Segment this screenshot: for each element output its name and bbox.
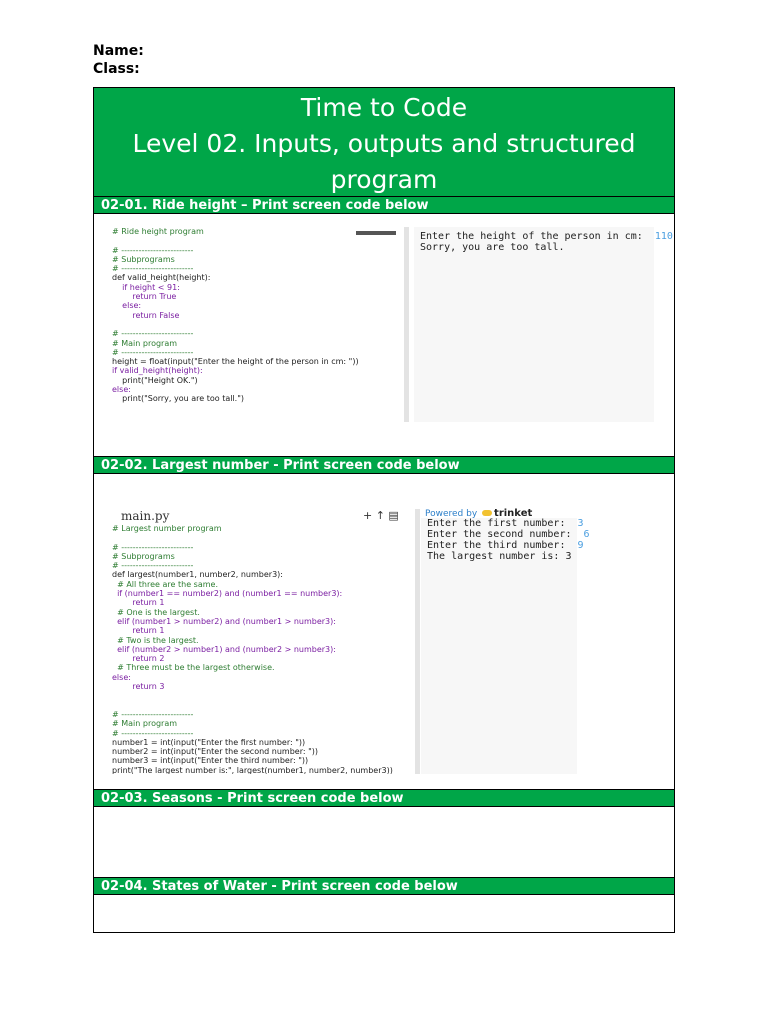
file-tab[interactable]: main.py (121, 509, 169, 523)
code-line: # ------------------------- (112, 561, 194, 571)
editor-scrollbar[interactable] (404, 227, 409, 422)
title-line-1: Time to Code (300, 93, 468, 122)
code-line: def valid_height(height): (112, 273, 211, 283)
code-line: # Main program (112, 338, 178, 348)
output-input-value: 110 (654, 231, 673, 242)
code-line: print("Height OK.") (112, 375, 198, 385)
editor-scrollbar[interactable] (415, 509, 420, 774)
output-panel: Enter the first number: 3 Enter the secon… (421, 518, 590, 774)
section-header-seasons: 02-03. Seasons - Print screen code below (94, 789, 674, 807)
editor-tools[interactable]: + ↑ ▤ (363, 509, 399, 522)
output-input-value: 6 (571, 529, 590, 540)
title-banner: Time to Code Level 02. Inputs, outputs a… (94, 88, 674, 196)
code-line: # ------------------------- (112, 264, 194, 274)
code-line: print("Sorry, you are too tall.") (112, 394, 245, 404)
title-line-2: Level 02. Inputs, outputs and structured (132, 129, 636, 158)
code-line: return 3 (112, 682, 165, 692)
code-line: height = float(input("Enter the height o… (112, 357, 359, 367)
code-line: def largest(number1, number2, number3): (112, 570, 283, 580)
code-line: # Subprograms (112, 254, 175, 264)
output-text: The largest number is: 3 (427, 551, 572, 562)
code-line: print("The largest number is:", largest(… (112, 765, 393, 774)
code-line: if valid_height(height): (112, 366, 203, 376)
code-line: else: (112, 301, 142, 311)
output-panel: Enter the height of the person in cm: 11… (414, 227, 673, 422)
code-line: number2 = int(input("Enter the second nu… (112, 747, 319, 757)
output-input-value: 9 (565, 540, 584, 551)
code-line: # Main program (112, 719, 178, 729)
class-label: Class: (93, 61, 140, 77)
code-line: return 1 (112, 598, 165, 608)
output-line: Enter the first number: 3 (427, 518, 584, 529)
output-input-value: 3 (565, 518, 584, 529)
output-line: Enter the second number: 6 (427, 529, 590, 540)
code-line: else: (112, 672, 131, 682)
output-result: Sorry, you are too tall. (420, 242, 565, 253)
output-text: Enter the second number: (427, 529, 572, 540)
code-editor[interactable]: # Ride height program # -----------------… (112, 227, 402, 422)
code-line: return 2 (112, 654, 165, 664)
code-line: # Largest number program (112, 524, 222, 533)
section-header-ride-height: 02-01. Ride height – Print screen code b… (94, 196, 674, 214)
editor-toolbar (356, 231, 396, 235)
code-line: if (number1 == number2) and (number1 == … (112, 589, 343, 599)
code-line: # ------------------------- (112, 542, 194, 552)
worksheet-table: Time to Code Level 02. Inputs, outputs a… (93, 87, 675, 933)
code-line: # Three must be the largest otherwise. (112, 663, 275, 673)
output-line: The largest number is: 3 (427, 551, 572, 562)
code-line: # Subprograms (112, 551, 175, 561)
title-line-3: program (330, 165, 438, 194)
code-line: # ------------------------- (112, 728, 194, 738)
code-line: # ------------------------- (112, 329, 194, 339)
code-line: elif (number2 > number1) and (number2 > … (112, 644, 336, 654)
code-line: # All three are the same. (112, 579, 218, 589)
code-line: return 1 (112, 626, 165, 636)
code-line: return False (112, 310, 180, 320)
name-label: Name: (93, 43, 144, 59)
code-line: # One is the largest. (112, 607, 200, 617)
trinket-logo-icon (482, 510, 493, 516)
section-header-states-of-water: 02-04. States of Water - Print screen co… (94, 877, 674, 895)
code-line: if height < 91: (112, 282, 180, 292)
code-line: # ------------------------- (112, 245, 194, 255)
code-line: number3 = int(input("Enter the third num… (112, 756, 309, 766)
code-line: elif (number1 > number2) and (number1 > … (112, 616, 336, 626)
output-line: Enter the third number: 9 (427, 540, 584, 551)
code-editor[interactable]: # Largest number program # --------------… (112, 524, 412, 774)
code-line: return True (112, 292, 177, 302)
code-line: # ------------------------- (112, 347, 194, 357)
output-prompt: Enter the height of the person in cm: (420, 231, 643, 242)
code-line: # ------------------------- (112, 709, 194, 719)
section-header-largest-number: 02-02. Largest number - Print screen cod… (94, 456, 674, 474)
code-line: else: (112, 385, 131, 395)
code-line: number1 = int(input("Enter the first num… (112, 737, 306, 747)
code-line: # Two is the largest. (112, 635, 199, 645)
output-text: Enter the third number: (427, 540, 566, 551)
output-text: Enter the first number: (427, 518, 566, 529)
